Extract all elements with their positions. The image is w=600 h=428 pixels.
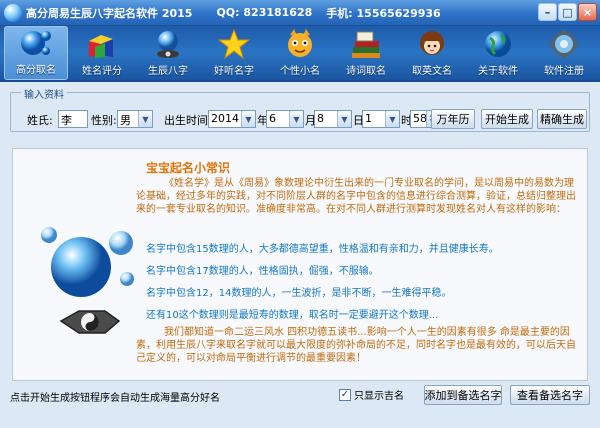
app-logo-icon xyxy=(4,3,22,22)
toolbar-item-english-names[interactable]: 取英文名 xyxy=(400,26,464,80)
chevron-down-icon[interactable]: ▼ xyxy=(138,111,152,127)
toolbar-label: 生辰八字 xyxy=(148,66,188,77)
close-button[interactable]: × xyxy=(578,3,597,21)
outro-paragraph: 我们都知道一命二运三风水 四积功德五读书...影响一个人一生的因素有很多 命是最… xyxy=(136,327,576,364)
chevron-down-icon[interactable]: ▼ xyxy=(385,111,399,127)
gender-select[interactable]: 男 ▼ xyxy=(117,110,153,128)
books-icon xyxy=(349,29,383,59)
blue-sphere-icon xyxy=(19,28,53,58)
toolbar-label: 软件注册 xyxy=(544,66,584,77)
only-good-names-label: 只显示吉名 xyxy=(354,391,404,402)
toolbar-item-register[interactable]: 软件注册 xyxy=(532,26,596,80)
panel-title: 宝宝起名小常识 xyxy=(146,161,231,175)
toolbar-label: 姓名评分 xyxy=(82,66,122,77)
colored-blocks-icon xyxy=(85,29,119,59)
toolbar-item-nicknames[interactable]: 个性小名 xyxy=(268,26,332,80)
phone-contact: 手机: 15565629936 xyxy=(326,6,441,20)
day-select[interactable]: 8 ▼ xyxy=(314,110,352,128)
only-good-names-checkbox[interactable]: ✓ 只显示吉名 xyxy=(339,387,404,402)
toolbar-label: 关于软件 xyxy=(478,66,518,77)
add-to-candidates-button[interactable]: 添加到备选名字 xyxy=(424,385,502,405)
chevron-down-icon[interactable]: ▼ xyxy=(289,111,303,127)
tips-panel: 宝宝起名小常识 《姓名学》是从《周易》象数理论中衍生出来的一门专业取名的学问，是… xyxy=(12,148,588,381)
calendar-button[interactable]: 万年历 xyxy=(431,109,475,129)
toolbar-item-high-score-naming[interactable]: 高分取名 xyxy=(4,26,68,80)
girl-avatar-icon xyxy=(415,29,449,59)
intro-paragraph: 《姓名学》是从《周易》象数理论中衍生出来的一门专业取名的学问，是以周易中的易数为… xyxy=(136,178,576,215)
gold-star-icon xyxy=(217,29,251,59)
toolbar-label: 取英文名 xyxy=(412,66,452,77)
gear-globe-icon xyxy=(547,29,581,59)
toolbar-label: 诗词取名 xyxy=(346,66,386,77)
precise-generate-button[interactable]: 精确生成 xyxy=(537,109,587,129)
gender-value: 男 xyxy=(120,114,131,127)
view-candidates-button[interactable]: 查看备选名字 xyxy=(510,385,590,405)
birth-time-label: 出生时间: xyxy=(164,114,212,127)
year-select[interactable]: 2014 ▼ xyxy=(208,110,256,128)
tip-line: 名字中包含17数理的人，性格固执，倔强，不服输。 xyxy=(146,266,379,277)
tip-line: 名字中包含12，14数理的人，一生波折，是非不断，一生难得平稳。 xyxy=(146,288,452,299)
toolbar-item-poetry-naming[interactable]: 诗词取名 xyxy=(334,26,398,80)
tip-line: 名字中包含15数理的人，大多都德高望重，性格温和有亲和力，并且健康长寿。 xyxy=(146,244,499,255)
qq-contact: QQ: 823181628 xyxy=(216,6,313,19)
tip-line: 还有10这个数理则是最短寿的数理，取名时一定要避开这个数理... xyxy=(146,310,439,321)
toolbar-item-nice-names[interactable]: 好听名字 xyxy=(202,26,266,80)
toolbar-item-birth-eight-chars[interactable]: 生辰八字 xyxy=(136,26,200,80)
toolbar-label: 个性小名 xyxy=(280,66,320,77)
taiji-sphere-illustration xyxy=(29,209,149,361)
month-select[interactable]: 6 ▼ xyxy=(266,110,304,128)
minimize-button[interactable]: – xyxy=(538,3,557,21)
surname-input[interactable]: 李 xyxy=(58,110,88,128)
year-value: 2014 xyxy=(211,112,239,125)
minute-value: 58 xyxy=(413,112,427,125)
month-value: 6 xyxy=(269,112,276,125)
globe-icon xyxy=(481,29,515,59)
chevron-down-icon[interactable]: ▼ xyxy=(337,111,351,127)
chevron-down-icon[interactable]: ▼ xyxy=(241,111,255,127)
hour-value: 1 xyxy=(365,112,372,125)
gender-label: 性别: xyxy=(91,114,117,127)
input-group-label: 输入资料 xyxy=(21,86,67,101)
input-group: 输入资料 姓氏: 李 性别: 男 ▼ 出生时间: 2014 ▼ 年 6 ▼ 月 … xyxy=(10,86,590,132)
window-title: 高分周易生辰八字起名软件 2015 xyxy=(26,6,193,20)
main-toolbar: 高分取名 姓名评分 生辰八字 好听名字 个性小名 诗词取名 取英文名 关于软件 … xyxy=(0,26,600,82)
status-hint: 点击开始生成按钮程序会自动生成海量高分好名 xyxy=(10,393,220,404)
checkbox-checked-icon[interactable]: ✓ xyxy=(339,388,351,401)
title-bar: 高分周易生辰八字起名软件 2015 QQ: 823181628 手机: 1556… xyxy=(0,0,600,26)
maximize-button[interactable]: □ xyxy=(558,3,577,21)
toolbar-item-name-score[interactable]: 姓名评分 xyxy=(70,26,134,80)
toolbar-label: 高分取名 xyxy=(16,65,56,76)
cartoon-cat-icon xyxy=(283,29,317,59)
hour-select[interactable]: 1 ▼ xyxy=(362,110,400,128)
toolbar-item-about[interactable]: 关于软件 xyxy=(466,26,530,80)
taiji-sphere-icon xyxy=(151,29,185,59)
surname-label: 姓氏: xyxy=(27,114,53,127)
day-value: 8 xyxy=(317,112,324,125)
toolbar-label: 好听名字 xyxy=(214,66,254,77)
generate-button[interactable]: 开始生成 xyxy=(481,109,533,129)
